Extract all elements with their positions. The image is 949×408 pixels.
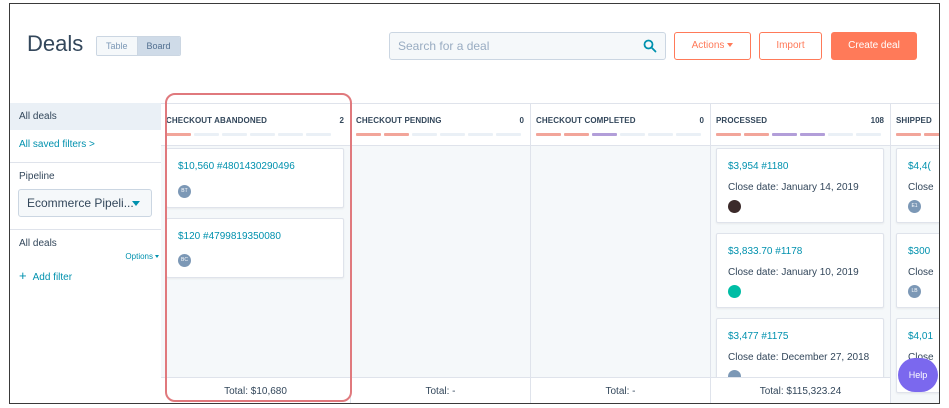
- board-column-checkout-pending: CHECKOUT PENDING 0 Total: -: [351, 103, 531, 403]
- close-date: Close: [908, 267, 934, 278]
- deal-card[interactable]: $300 Close LB: [896, 233, 939, 308]
- column-body: [351, 146, 530, 377]
- column-header: SHIPPED: [891, 103, 939, 146]
- stage-progress-bars: [716, 133, 881, 136]
- deal-title-link[interactable]: $3,954 #1180: [728, 161, 788, 172]
- column-name: CHECKOUT PENDING: [356, 116, 442, 125]
- deal-card[interactable]: $120 #4799819350080 BC: [166, 218, 344, 278]
- column-body: $3,954 #1180 Close date: January 14, 201…: [711, 146, 890, 393]
- avatar: E1: [908, 200, 921, 213]
- create-deal-button[interactable]: Create deal: [831, 32, 917, 60]
- help-button[interactable]: Help: [898, 358, 938, 392]
- column-name: CHECKOUT COMPLETED: [536, 116, 636, 125]
- search-input[interactable]: [390, 33, 630, 59]
- column-count: 108: [870, 116, 884, 125]
- table-view-button[interactable]: Table: [97, 37, 137, 55]
- options-label: Options: [125, 252, 153, 261]
- column-header: CHECKOUT ABANDONED 2: [161, 103, 350, 146]
- column-header: PROCESSED 108: [711, 103, 890, 146]
- column-header: CHECKOUT PENDING 0: [351, 103, 530, 146]
- search-box[interactable]: [389, 32, 666, 60]
- column-name: CHECKOUT ABANDONED: [166, 116, 268, 125]
- deal-title-link[interactable]: $300: [908, 246, 930, 257]
- close-date: Close date: December 27, 2018: [728, 352, 870, 363]
- chevron-down-icon: [727, 43, 734, 48]
- column-body: $10,560 #4801430290496 BT $120 #47998193…: [161, 146, 350, 377]
- app-window: Deals Table Board Actions Import Create …: [9, 3, 940, 404]
- filter-group-label: All deals: [19, 238, 57, 249]
- column-total: Total: $115,323.24: [711, 377, 890, 403]
- stage-progress-bars: [356, 133, 521, 136]
- deal-card[interactable]: $4,4( Close E1: [896, 148, 939, 223]
- avatar: [728, 200, 741, 213]
- pipeline-select-value: Ecommerce Pipeli...: [27, 196, 134, 210]
- filter-sidebar: All deals All saved filters > Pipeline E…: [10, 103, 161, 403]
- chevron-down-icon: [132, 201, 140, 206]
- import-button[interactable]: Import: [759, 32, 822, 60]
- deal-title-link[interactable]: $4,01: [908, 331, 933, 342]
- close-date: Close: [908, 182, 934, 193]
- plus-icon: +: [19, 268, 27, 283]
- avatar: BC: [178, 254, 191, 267]
- board-column-checkout-completed: CHECKOUT COMPLETED 0 Total: -: [531, 103, 711, 403]
- column-total: Total: $10,680: [161, 377, 350, 403]
- deal-card[interactable]: $3,954 #1180 Close date: January 14, 201…: [716, 148, 884, 223]
- pipeline-select[interactable]: Ecommerce Pipeli...: [18, 189, 152, 217]
- deal-title-link[interactable]: $10,560 #4801430290496: [178, 161, 295, 172]
- deal-card[interactable]: $3,833.70 #1178 Close date: January 10, …: [716, 233, 884, 308]
- board-view-button[interactable]: Board: [136, 37, 180, 55]
- divider: [10, 162, 161, 163]
- column-count: 0: [519, 116, 524, 125]
- avatar: BT: [178, 185, 191, 198]
- column-total: Total: -: [351, 377, 530, 403]
- avatar: LB: [908, 285, 921, 298]
- stage-progress-bars: [166, 133, 331, 136]
- saved-filters-link[interactable]: All saved filters >: [10, 139, 161, 153]
- avatar: [728, 285, 741, 298]
- column-body: $4,4( Close E1 $300 Close LB $4,01 Close: [891, 146, 939, 393]
- deal-title-link[interactable]: $120 #4799819350080: [178, 231, 281, 242]
- add-filter-label: Add filter: [32, 272, 73, 283]
- column-total: Total: -: [531, 377, 710, 403]
- close-date: Close date: January 10, 2019: [728, 267, 859, 278]
- deal-board: CHECKOUT ABANDONED 2 $10,560 #4801430290…: [161, 103, 939, 403]
- actions-label: Actions: [691, 40, 725, 51]
- search-icon[interactable]: [643, 39, 657, 53]
- column-count: 2: [339, 116, 344, 125]
- stage-progress-bars: [536, 133, 701, 136]
- column-body: [531, 146, 710, 377]
- column-count: 0: [699, 116, 704, 125]
- column-header: CHECKOUT COMPLETED 0: [531, 103, 710, 146]
- board-column-processed: PROCESSED 108 $3,954 #1180 Close date: J…: [711, 103, 891, 403]
- deal-title-link[interactable]: $3,833.70 #1178: [728, 246, 802, 257]
- chevron-down-icon: [155, 255, 159, 259]
- options-dropdown[interactable]: Options: [10, 252, 161, 261]
- deal-title-link[interactable]: $3,477 #1175: [728, 331, 788, 342]
- close-date: Close date: January 14, 2019: [728, 182, 859, 193]
- column-name: PROCESSED: [716, 116, 768, 125]
- add-filter-button[interactable]: + Add filter: [10, 268, 161, 283]
- actions-button[interactable]: Actions: [674, 32, 751, 60]
- stage-progress-bars: [896, 133, 939, 136]
- sidebar-item-all-deals[interactable]: All deals: [10, 103, 161, 130]
- board-column-checkout-abandoned: CHECKOUT ABANDONED 2 $10,560 #4801430290…: [161, 103, 351, 403]
- divider: [10, 229, 161, 230]
- column-name: SHIPPED: [896, 116, 932, 125]
- view-toggle[interactable]: Table Board: [96, 36, 181, 56]
- deal-title-link[interactable]: $4,4(: [908, 161, 931, 172]
- pipeline-label: Pipeline: [19, 171, 55, 182]
- page-title: Deals: [27, 31, 84, 56]
- deal-card[interactable]: $10,560 #4801430290496 BT: [166, 148, 344, 208]
